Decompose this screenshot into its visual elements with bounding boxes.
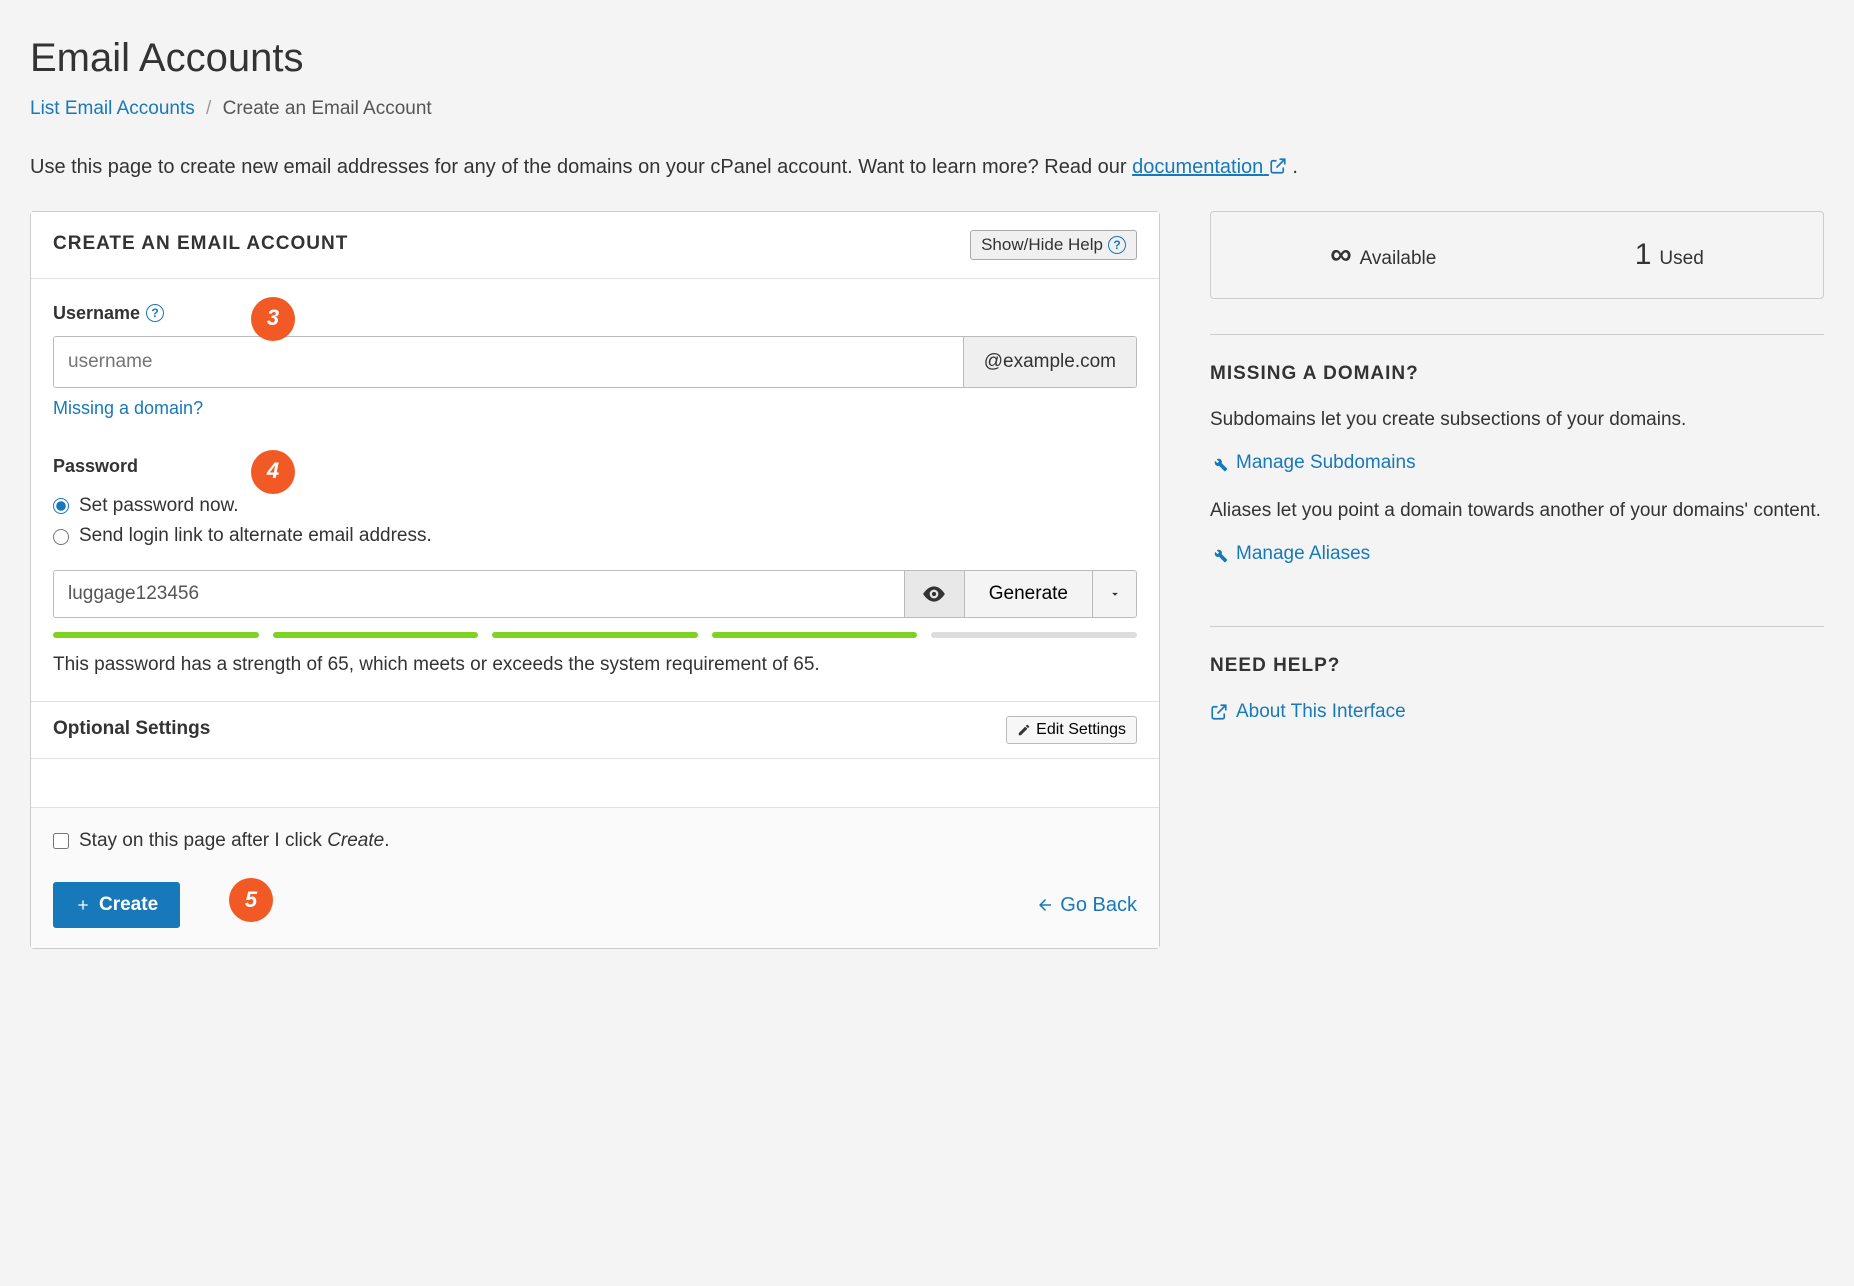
panel-footer: Stay on this page after I click Create. … [31, 807, 1159, 949]
password-email-radio-row[interactable]: Send login link to alternate email addre… [53, 523, 1137, 550]
infinity-icon: ∞ [1330, 234, 1351, 276]
username-input[interactable] [54, 337, 963, 388]
missing-domain-link[interactable]: Missing a domain? [53, 396, 203, 421]
create-button[interactable]: Create [53, 882, 180, 928]
manage-aliases-link[interactable]: Manage Aliases [1210, 541, 1370, 568]
wrench-icon [1210, 545, 1228, 563]
username-section: Username ? 3 @example.com Missing a doma… [31, 279, 1159, 444]
username-help-icon[interactable]: ? [146, 304, 164, 322]
password-section: Password 4 Set password now. Send login … [31, 444, 1159, 701]
need-help-title: NEED HELP? [1210, 653, 1824, 680]
username-label: Username [53, 301, 140, 326]
used-label: Used [1659, 246, 1703, 273]
about-interface-link[interactable]: About This Interface [1210, 699, 1406, 726]
external-link-icon [1210, 703, 1228, 721]
stay-on-page-label: Stay on this page after I click Create. [79, 828, 390, 855]
available-label: Available [1360, 246, 1437, 273]
password-email-label: Send login link to alternate email addre… [79, 523, 432, 550]
stay-on-page-row[interactable]: Stay on this page after I click Create. [53, 828, 1137, 855]
password-input[interactable] [54, 571, 904, 617]
external-link-icon [1269, 157, 1287, 175]
password-label: Password [53, 454, 138, 479]
plus-icon [75, 897, 91, 913]
manage-subdomains-link[interactable]: Manage Subdomains [1210, 450, 1416, 477]
aliases-text: Aliases let you point a domain towards a… [1210, 498, 1824, 525]
go-back-link[interactable]: Go Back [1036, 891, 1137, 919]
password-strength-bar [53, 632, 1137, 638]
edit-settings-button[interactable]: Edit Settings [1006, 716, 1137, 744]
show-hide-help-button[interactable]: Show/Hide Help ? [970, 230, 1137, 260]
create-account-panel: CREATE AN EMAIL ACCOUNT Show/Hide Help ?… [30, 211, 1160, 950]
breadcrumb-separator: / [206, 98, 211, 119]
need-help-section: NEED HELP? About This Interface [1210, 626, 1824, 784]
generate-password-button[interactable]: Generate [964, 571, 1092, 617]
help-icon: ? [1108, 236, 1126, 254]
password-now-label: Set password now. [79, 493, 238, 520]
intro-text: Use this page to create new email addres… [30, 153, 1824, 181]
step-badge-5: 5 [229, 878, 273, 922]
documentation-link[interactable]: documentation [1132, 156, 1287, 178]
password-email-radio[interactable] [53, 529, 69, 545]
breadcrumb-list-link[interactable]: List Email Accounts [30, 98, 195, 119]
optional-settings-header: Optional Settings Edit Settings [31, 701, 1159, 759]
stats-box: ∞ Available 1 Used [1210, 211, 1824, 299]
generate-options-button[interactable] [1092, 571, 1136, 617]
password-now-radio-row[interactable]: Set password now. [53, 493, 1137, 520]
stay-on-page-checkbox[interactable] [53, 833, 69, 849]
wrench-icon [1210, 454, 1228, 472]
page-title: Email Accounts [30, 30, 1824, 86]
optional-settings-title: Optional Settings [53, 716, 210, 743]
missing-domain-section: MISSING A DOMAIN? Subdomains let you cre… [1210, 334, 1824, 626]
arrow-left-icon [1036, 896, 1054, 914]
breadcrumb: List Email Accounts / Create an Email Ac… [30, 96, 1824, 123]
eye-icon [921, 581, 947, 607]
panel-title: CREATE AN EMAIL ACCOUNT [53, 231, 348, 258]
used-value: 1 [1635, 234, 1652, 276]
reveal-password-button[interactable] [904, 571, 964, 617]
password-strength-text: This password has a strength of 65, whic… [53, 652, 1137, 679]
password-now-radio[interactable] [53, 498, 69, 514]
step-badge-4: 4 [251, 450, 295, 494]
optional-settings-body [31, 759, 1159, 807]
breadcrumb-current: Create an Email Account [223, 98, 432, 119]
pencil-icon [1017, 723, 1031, 737]
step-badge-3: 3 [251, 297, 295, 341]
subdomains-text: Subdomains let you create subsections of… [1210, 407, 1824, 434]
caret-down-icon [1108, 587, 1122, 601]
domain-suffix[interactable]: @example.com [963, 337, 1136, 388]
missing-domain-title: MISSING A DOMAIN? [1210, 361, 1824, 388]
